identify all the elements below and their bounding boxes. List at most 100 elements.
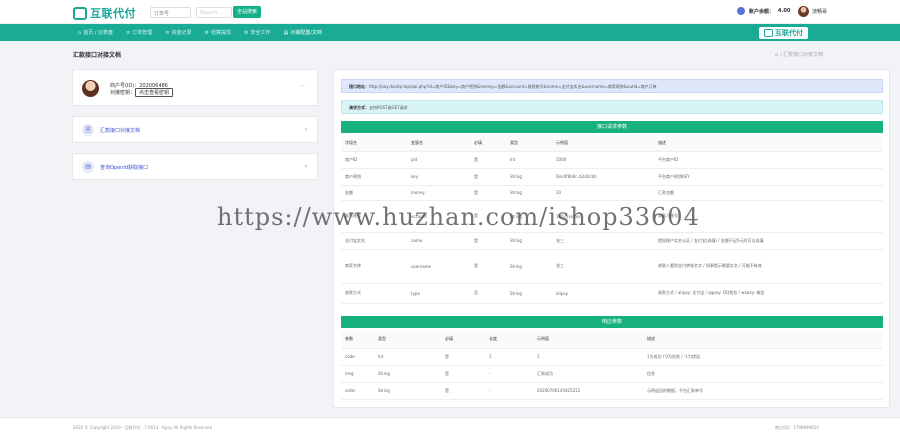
chevron-right-icon: › (304, 126, 307, 133)
table-cell: 1 (485, 348, 533, 366)
gear-icon: ⚙ (204, 29, 209, 36)
table-cell: 信息 (643, 365, 883, 383)
column-header: 必填 (441, 331, 485, 349)
request-params-table: 字段名 变量名 必填 类型 示例值 描述 商户ID pid 是 Int 1000 平台商户ID 商户密… (341, 136, 883, 304)
nav-label: 首页 / 仪表盘 (83, 30, 114, 36)
api-url-value[interactable]: http://pay.duotip.top/api.php?id=商户ID&ke… (369, 84, 657, 89)
search-type-select[interactable]: 订单号 (150, 7, 191, 18)
document-icon: 🗎 (82, 124, 94, 136)
table-row: 支付宝实名 name 是 String 张三 提现账户实名认证 / 支付宝(选填) / 金… (341, 232, 883, 250)
table-header-row: 字段名 变量名 必填 类型 示例值 描述 (341, 136, 883, 152)
table-cell: 否 (470, 283, 506, 304)
table-cell: 收款账号 (341, 200, 407, 233)
nav-label: 对接配置/文档 (290, 30, 322, 36)
more-icon[interactable]: ··· (299, 83, 305, 90)
table-cell: String (506, 168, 552, 186)
table-cell: 商户密钥 (341, 168, 407, 186)
column-header: 示例值 (552, 136, 654, 152)
column-header: 长度 (485, 331, 533, 349)
page-title: 汇款接口对接文档 (73, 52, 122, 59)
table-cell: - (485, 365, 533, 383)
table-cell: money (407, 185, 470, 201)
logo-icon (73, 6, 87, 20)
table-cell: 是 (470, 200, 506, 233)
view-key-button[interactable]: 点击查看密钥 (135, 88, 174, 97)
search-button[interactable]: 全站搜索 (233, 6, 261, 18)
brand-name: 互联代付 (90, 7, 136, 20)
api-method-row: 请求方式：支持POST或GET请求 (341, 100, 883, 114)
link-remit-docs[interactable]: 🗎 汇款接口对接文档 › (72, 116, 318, 143)
table-cell: 收款方式 / alipay: 支付宝 / qqpay: QQ钱包 / wxpay… (654, 283, 883, 304)
table-cell: 收款方式 (341, 283, 407, 304)
api-method-value: 支持POST或GET请求 (369, 105, 408, 110)
gear-icon: ⚙ (244, 29, 249, 36)
table-cell: type (407, 283, 470, 304)
table-cell: 提现账户实名认证 / 支付宝(选填) / 金额不足0元时可以选填 (654, 232, 883, 250)
username: 流畅哥 (812, 9, 828, 15)
table-cell: msg (341, 365, 374, 383)
search-input[interactable]: Search... (196, 7, 232, 18)
table-cell: username (407, 249, 470, 284)
table-cell: 商户ID (341, 151, 407, 169)
nav-label: 资金记录 (171, 30, 192, 36)
nav-item-settlement[interactable]: ⚙ 结算提现 (204, 29, 232, 37)
table-row: 收款账号 account 是 String 1867xxxxxx 收款人账号 (341, 200, 883, 233)
top-bar: 互联代付 订单号 Search... 全站搜索 账户余额： 4.00 流畅哥 (0, 0, 900, 24)
table-cell: 10 (552, 185, 654, 201)
nav-item-orders[interactable]: ≡ 订单管理 (126, 29, 153, 37)
table-cell: 是 (470, 232, 506, 250)
nav-label: 订单管理 (132, 30, 153, 36)
table-cell: 张三 (552, 232, 654, 250)
table-row: 商户密钥 key 是 String Dec0f6b9r..b2d2cbh 平台商户密钥KE… (341, 168, 883, 186)
table-row: order String 是 -20200706145925312 示例返回的数据，平台… (341, 382, 883, 400)
column-header: 参数 (341, 331, 374, 349)
column-header: 必填 (470, 136, 506, 152)
avatar (82, 80, 99, 97)
table-cell: pid (407, 151, 470, 169)
user-menu[interactable]: 流畅哥 (798, 6, 827, 17)
table-cell: 是 (470, 151, 506, 169)
table-cell: order (341, 382, 374, 400)
nav-brand-name: 互联代付 (775, 29, 803, 37)
table-cell: String (506, 185, 552, 201)
footer-copyright: 2020 © Copyright 2020 · 互联代付 · 7.0013 · … (73, 425, 213, 430)
response-params-table: 参数 类型 必填 长度 示例值 描述 code Int 是 1 1 1为成功 / 0为失败 / -1… (341, 331, 883, 400)
table-cell: 1867xxxxxx (552, 200, 654, 233)
list-icon: ≡ (165, 29, 170, 36)
api-doc-panel: 接口地址：http://pay.duotip.top/api.php?id=商户… (333, 69, 890, 408)
table-cell: 1000 (552, 151, 654, 169)
table-cell: String (506, 232, 552, 250)
breadcrumb: ⌂ / 汇款接口对接文档 (775, 52, 824, 58)
table-row: code Int 是 1 1 1为成功 / 0为失败 / -1为错误 (341, 348, 883, 366)
table-cell: 是 (441, 382, 485, 400)
table-cell: String (374, 365, 441, 383)
nav-label: 安全工作 (250, 30, 271, 36)
table-cell: code (341, 348, 374, 366)
table-row: 商家名称 username 是 String 张三 收款人看到支付转账名字 / 如果提示需… (341, 249, 883, 284)
table-row: 收款方式 type 否 String alipay 收款方式 / alipay: 支付宝 … (341, 283, 883, 304)
table-cell: alipay (552, 283, 654, 304)
column-header: 类型 (506, 136, 552, 152)
nav-brand-logo: 互联代付 (759, 27, 808, 39)
footer: 2020 © Copyright 2020 · 互联代付 · 7.0013 · … (0, 417, 900, 437)
nav-item-home[interactable]: ⌂ 首页 / 仪表盘 (78, 29, 114, 37)
api-url-row: 接口地址：http://pay.duotip.top/api.php?id=商户… (341, 79, 883, 93)
merchant-card: 商户号(ID)：202006486 对接密钥： 点击查看密钥 ··· (72, 69, 318, 106)
doc-icon: ▤ (283, 29, 289, 36)
link-label: 查询OpenId获取接口 (100, 165, 149, 171)
table-cell: 收款人看到支付转账名字 / 如果提示需要实名 / 可能不有效 (654, 249, 883, 284)
nav-item-api-docs[interactable]: ▤ 对接配置/文档 (283, 29, 322, 37)
list-icon: ≡ (126, 29, 131, 36)
table-cell: name (407, 232, 470, 250)
brand-logo[interactable]: 互联代付 (73, 5, 136, 21)
table-cell: Dec0f6b9r..b2d2cbh (552, 168, 654, 186)
table-cell: 是 (441, 348, 485, 366)
link-openid-api[interactable]: ✉ 查询OpenId获取接口 › (72, 153, 318, 180)
nav-item-funds[interactable]: ≡ 资金记录 (165, 29, 192, 37)
table-cell: key (407, 168, 470, 186)
api-url-label: 接口地址： (349, 84, 369, 89)
nav-item-security[interactable]: ⚙ 安全工作 (244, 29, 271, 37)
logo-icon (764, 29, 773, 37)
table-cell: 支付宝实名 (341, 232, 407, 250)
balance-label: 账户余额： (749, 8, 775, 15)
